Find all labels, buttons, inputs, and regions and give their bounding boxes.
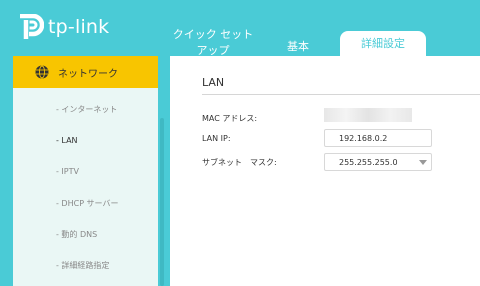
sidebar-item-network-label: ネットワーク: [58, 68, 118, 80]
tp-link-logo-mark-icon: [14, 14, 44, 40]
dropdown-arrow-icon: [419, 160, 427, 165]
sidebar-scrollbar[interactable]: [160, 118, 164, 286]
logo-text: tp-link: [48, 16, 110, 38]
main-panel: LAN MAC アドレス: LAN IP: 192.168.0.2 サブネット …: [170, 56, 480, 286]
tab-quick-setup-label: クイック セット アップ: [172, 28, 254, 57]
section-title: LAN: [202, 76, 225, 89]
lan-ip-input[interactable]: 192.168.0.2: [324, 129, 432, 147]
sidebar-item-iptv[interactable]: - IPTV: [56, 167, 79, 176]
section-divider: [202, 94, 480, 95]
sidebar-item-dhcp-server[interactable]: - DHCP サーバー: [56, 198, 118, 209]
globe-icon: [35, 65, 49, 79]
top-header: tp-link クイック セット アップ 基本 詳細設定: [0, 0, 480, 59]
sidebar: ネットワーク - インターネット - LAN - IPTV - DHCP サーバ…: [13, 56, 158, 286]
sidebar-item-dynamic-dns[interactable]: - 動的 DNS: [56, 229, 97, 240]
subnet-mask-value: 255.255.255.0: [339, 158, 398, 167]
tab-advanced[interactable]: 詳細設定: [340, 31, 426, 56]
lan-ip-label: LAN IP:: [202, 134, 231, 143]
sidebar-item-lan[interactable]: - LAN: [56, 136, 78, 145]
sidebar-item-advanced-routing[interactable]: - 詳細経路指定: [56, 260, 109, 271]
tp-link-logo[interactable]: tp-link: [14, 14, 109, 40]
subnet-mask-label: サブネット マスク:: [202, 158, 277, 167]
sidebar-item-network[interactable]: ネットワーク: [13, 56, 158, 88]
mac-address-value-blurred: [324, 108, 412, 122]
sidebar-item-internet[interactable]: - インターネット: [56, 104, 117, 115]
tab-basic[interactable]: 基本: [287, 38, 309, 54]
lan-ip-value: 192.168.0.2: [339, 134, 388, 143]
subnet-mask-select[interactable]: 255.255.255.0: [324, 153, 432, 171]
tab-quick-setup[interactable]: クイック セット アップ: [172, 27, 254, 59]
mac-address-label: MAC アドレス:: [202, 114, 258, 123]
